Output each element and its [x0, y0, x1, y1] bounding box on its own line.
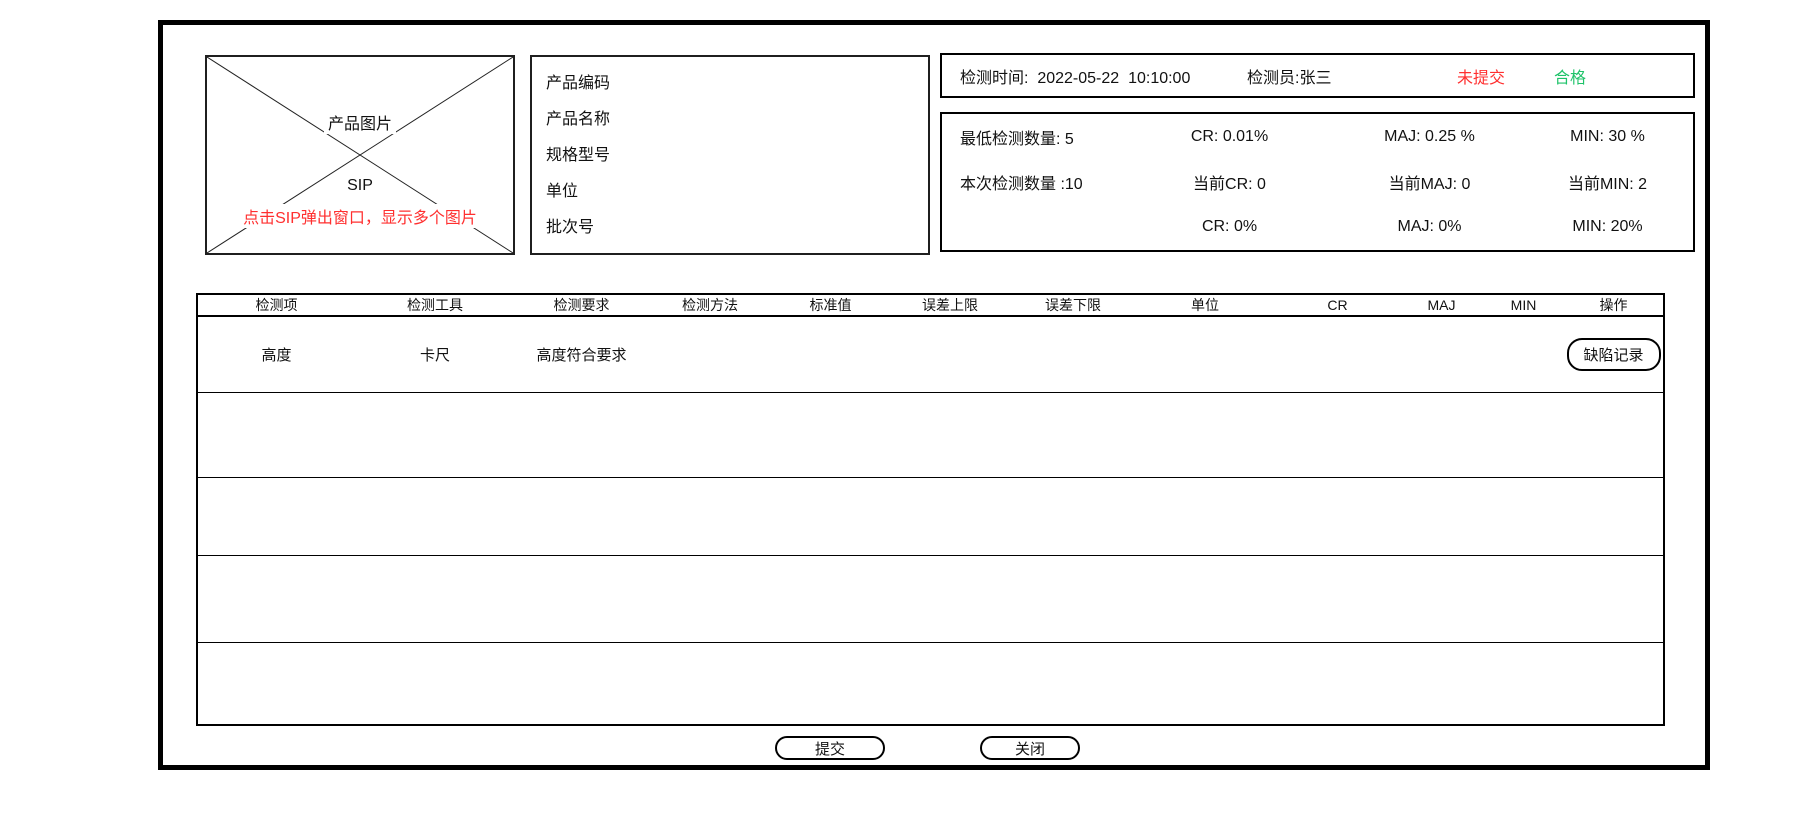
- stat-maj-limit: MAJ: 0.25 %: [1337, 128, 1522, 146]
- cell-tool: 卡尺: [355, 316, 515, 392]
- col-header-unit: 单位: [1135, 294, 1275, 316]
- inspection-time: 检测时间: 2022-05-22 10:10:00: [960, 64, 1190, 88]
- col-header-upper-limit: 误差上限: [889, 294, 1011, 316]
- cell-empty: [889, 316, 1011, 392]
- cell-empty: [197, 642, 1664, 725]
- stat-maj-rate: MAJ: 0%: [1337, 218, 1522, 236]
- cell-empty: [1135, 316, 1275, 392]
- product-info-panel: 产品编码 产品名称 规格型号 单位 批次号: [530, 55, 930, 255]
- stat-cr-limit: CR: 0.01%: [1122, 128, 1337, 146]
- stat-current-inspect-qty: 本次检测数量 :10: [942, 170, 1122, 194]
- col-header-requirement: 检测要求: [515, 294, 648, 316]
- cell-empty: [197, 555, 1664, 642]
- col-header-standard: 标准值: [772, 294, 889, 316]
- inspection-stats-panel: 最低检测数量: 5 CR: 0.01% MAJ: 0.25 % MIN: 30 …: [940, 112, 1695, 252]
- table-row-empty: [197, 642, 1664, 725]
- col-header-method: 检测方法: [648, 294, 772, 316]
- cell-empty: [772, 316, 889, 392]
- stat-min-rate: MIN: 20%: [1522, 218, 1693, 236]
- col-header-action: 操作: [1564, 294, 1664, 316]
- sip-link[interactable]: SIP: [343, 177, 377, 195]
- cell-empty: [1011, 316, 1135, 392]
- stat-min-inspect-qty: 最低检测数量: 5: [942, 125, 1122, 149]
- cell-empty: [1483, 316, 1564, 392]
- cell-requirement: 高度符合要求: [515, 316, 648, 392]
- inspector-name: 检测员:张三: [1247, 64, 1331, 88]
- col-header-maj: MAJ: [1400, 294, 1483, 316]
- cell-item: 高度: [197, 316, 355, 392]
- col-header-lower-limit: 误差下限: [1011, 294, 1135, 316]
- stat-current-cr: 当前CR: 0: [1122, 170, 1337, 194]
- cell-empty: [1275, 316, 1400, 392]
- product-image-label: 产品图片: [324, 110, 396, 134]
- cell-empty: [197, 477, 1664, 555]
- col-header-tool: 检测工具: [355, 294, 515, 316]
- table-row-empty: [197, 392, 1664, 477]
- col-header-min: MIN: [1483, 294, 1564, 316]
- inspection-dialog: 产品图片 SIP 点击SIP弹出窗口，显示多个图片 产品编码 产品名称 规格型号…: [158, 20, 1710, 770]
- cell-empty: [197, 392, 1664, 477]
- cell-empty: [1400, 316, 1483, 392]
- field-spec-model: 规格型号: [546, 141, 928, 165]
- field-product-name: 产品名称: [546, 105, 928, 129]
- stat-min-limit: MIN: 30 %: [1522, 128, 1693, 146]
- defect-record-button[interactable]: 缺陷记录: [1567, 338, 1661, 371]
- field-batch-number: 批次号: [546, 213, 928, 237]
- stat-cr-rate: CR: 0%: [1122, 218, 1337, 236]
- table-header-row: 检测项 检测工具 检测要求 检测方法 标准值 误差上限 误差下限 单位 CR M…: [197, 294, 1664, 316]
- field-unit: 单位: [546, 177, 928, 201]
- submit-button[interactable]: 提交: [775, 736, 885, 760]
- product-image-placeholder[interactable]: 产品图片 SIP 点击SIP弹出窗口，显示多个图片: [205, 55, 515, 255]
- col-header-item: 检测项: [197, 294, 355, 316]
- cell-empty: [648, 316, 772, 392]
- stat-current-maj: 当前MAJ: 0: [1337, 170, 1522, 194]
- inspection-header-bar: 检测时间: 2022-05-22 10:10:00 检测员:张三 未提交 合格: [940, 53, 1695, 98]
- status-qualified-badge: 合格: [1554, 64, 1586, 88]
- table-row-empty: [197, 477, 1664, 555]
- sip-hint-note: 点击SIP弹出窗口，显示多个图片: [239, 204, 481, 228]
- inspection-items-table: 检测项 检测工具 检测要求 检测方法 标准值 误差上限 误差下限 单位 CR M…: [196, 293, 1665, 726]
- close-button[interactable]: 关闭: [980, 736, 1080, 760]
- table-row: 高度 卡尺 高度符合要求 缺陷记录: [197, 316, 1664, 392]
- field-product-code: 产品编码: [546, 69, 928, 93]
- status-unsubmitted-badge: 未提交: [1457, 64, 1505, 88]
- cell-action: 缺陷记录: [1564, 316, 1664, 392]
- col-header-cr: CR: [1275, 294, 1400, 316]
- stat-current-min: 当前MIN: 2: [1522, 170, 1693, 194]
- table-row-empty: [197, 555, 1664, 642]
